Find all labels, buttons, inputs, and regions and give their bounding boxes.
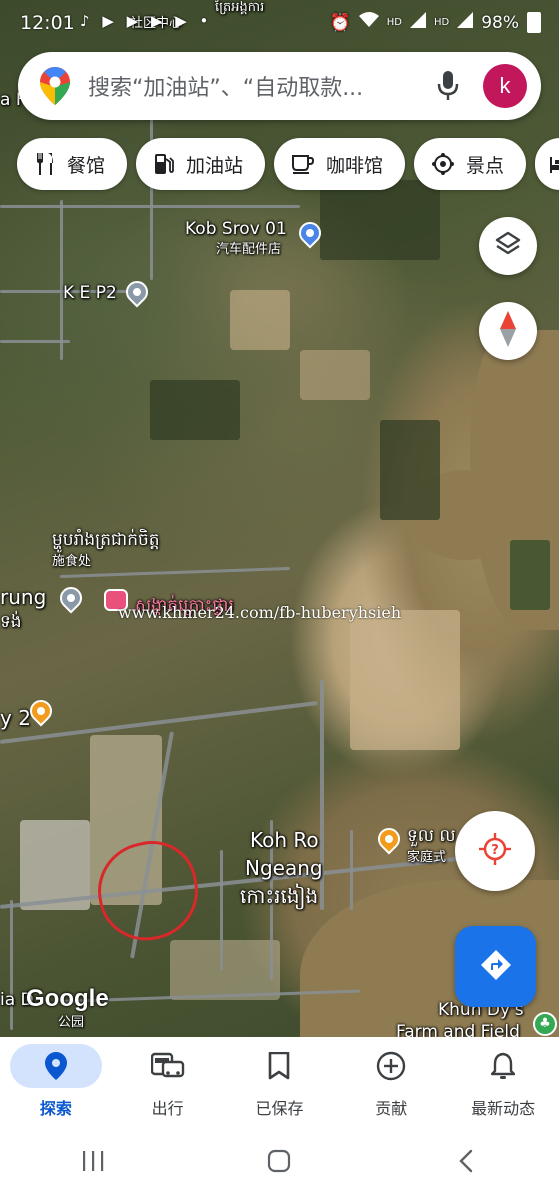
layers-button[interactable] bbox=[479, 217, 537, 275]
nav-label: 最新动态 bbox=[471, 1099, 536, 1118]
map-label-koh-ro[interactable]: Koh Ro bbox=[250, 828, 319, 852]
google-attribution: Google bbox=[26, 985, 109, 1012]
network-hd-label-2: HD bbox=[433, 17, 450, 28]
crop-field bbox=[380, 420, 440, 520]
nav-label: 贡献 bbox=[375, 1099, 408, 1118]
my-location-button[interactable]: ? bbox=[455, 811, 535, 891]
attraction-icon bbox=[432, 153, 455, 175]
compass-button[interactable] bbox=[479, 302, 537, 360]
back-button[interactable] bbox=[436, 1143, 496, 1183]
nav-contribute[interactable]: 贡献 bbox=[341, 1037, 441, 1119]
nav-label: 探索 bbox=[39, 1099, 72, 1118]
map-label-kob-srov-category: 汽车配件店 bbox=[216, 242, 282, 257]
chip-gas-stations[interactable]: 加油站 bbox=[136, 138, 266, 190]
bookmark-icon bbox=[233, 1044, 325, 1088]
directions-button[interactable] bbox=[455, 926, 536, 1007]
hotel-icon bbox=[549, 155, 559, 173]
crop-field bbox=[320, 180, 440, 260]
recent-apps-icon bbox=[81, 1150, 105, 1176]
commute-icon bbox=[122, 1044, 214, 1088]
wifi-icon bbox=[358, 12, 379, 33]
road bbox=[60, 200, 63, 360]
recent-apps-button[interactable] bbox=[63, 1143, 123, 1183]
microphone-icon[interactable] bbox=[433, 68, 463, 104]
add-circle-icon bbox=[345, 1044, 437, 1088]
bottom-navigation: 探索 出行 已保存 贡献 最新动态 bbox=[0, 1037, 559, 1125]
nav-updates[interactable]: 最新动态 bbox=[453, 1037, 553, 1119]
map-label-khmer-restaurant-sub: 施食处 bbox=[52, 554, 92, 569]
restaurant-icon bbox=[35, 153, 55, 175]
restaurant-pin-icon[interactable] bbox=[373, 823, 405, 855]
park-pin-icon[interactable]: ♣ bbox=[533, 1012, 557, 1036]
sand-patch bbox=[230, 290, 290, 350]
chip-restaurants[interactable]: 餐馆 bbox=[17, 138, 128, 190]
chip-attractions[interactable]: 景点 bbox=[414, 138, 527, 190]
map-label-restaurant-khmer[interactable]: ទួល ល bbox=[407, 826, 456, 846]
map-label-y2[interactable]: y 2 bbox=[0, 706, 31, 730]
home-button[interactable] bbox=[249, 1143, 309, 1183]
chip-label: 景点 bbox=[466, 154, 505, 177]
alarm-icon: ⏰ bbox=[329, 12, 351, 33]
nav-saved[interactable]: 已保存 bbox=[229, 1037, 329, 1119]
coffee-icon bbox=[292, 154, 315, 174]
battery-icon bbox=[527, 12, 541, 33]
home-icon bbox=[267, 1149, 291, 1177]
chip-label: 咖啡馆 bbox=[326, 154, 384, 177]
nav-explore[interactable]: 探索 bbox=[6, 1037, 106, 1119]
map-label-rung-khmer: ទង់ bbox=[0, 612, 22, 632]
svg-text:?: ? bbox=[491, 843, 499, 858]
location-target-icon: ? bbox=[478, 832, 512, 870]
bell-icon bbox=[457, 1044, 549, 1088]
network-hd-label: HD bbox=[386, 17, 402, 28]
google-maps-logo-icon bbox=[40, 67, 70, 105]
road bbox=[10, 900, 13, 1030]
crop-field bbox=[510, 540, 550, 610]
nav-go[interactable]: 出行 bbox=[118, 1037, 218, 1119]
sand-patch bbox=[170, 940, 280, 1000]
chip-label: 餐馆 bbox=[67, 154, 106, 177]
notification-icons: ♪ ▶ ▶ ▶ ▶ • bbox=[80, 12, 213, 30]
map-label-rung[interactable]: rung bbox=[0, 585, 46, 609]
quarry bbox=[350, 610, 460, 750]
road bbox=[220, 850, 223, 970]
status-time: 12:01 bbox=[20, 12, 75, 34]
status-indicators: ⏰ HD HD 98% bbox=[330, 12, 541, 33]
road bbox=[350, 830, 353, 910]
road bbox=[59, 566, 290, 578]
map-label-koh-khmer: កោះរងៀង bbox=[240, 884, 319, 908]
nav-label: 出行 bbox=[151, 1099, 184, 1118]
map-label-kob-srov[interactable]: Kob Srov 01 bbox=[185, 219, 287, 239]
search-input[interactable]: 搜索“加油站”、“自动取款... bbox=[88, 70, 433, 102]
chip-label: 加油站 bbox=[186, 154, 244, 177]
chip-coffee[interactable]: 咖啡馆 bbox=[274, 138, 406, 190]
watermark-text: www.khmer24.com/fb-huberyhsieh bbox=[118, 603, 402, 622]
crop-field bbox=[150, 380, 240, 440]
place-pin-icon[interactable] bbox=[55, 582, 87, 614]
map-label-khmer-restaurant[interactable]: ម្ហូបរាំងត្រជាក់ចិត្ត bbox=[52, 530, 160, 550]
map-label-park: 公园 bbox=[58, 1015, 85, 1030]
account-avatar[interactable]: k bbox=[483, 64, 527, 108]
map-label-kep2[interactable]: K E P2 bbox=[63, 283, 117, 303]
directions-icon bbox=[480, 949, 512, 985]
status-bar: 12:01 ♪ ▶ ▶ ▶ ▶ • ⏰ HD HD 98% bbox=[0, 0, 559, 48]
battery-percent: 98% bbox=[481, 12, 519, 33]
place-pin-icon[interactable] bbox=[121, 276, 153, 308]
category-chips: 餐馆 加油站 咖啡馆 景点 bbox=[17, 138, 559, 190]
search-bar[interactable]: 搜索“加油站”、“自动取款... k bbox=[18, 52, 541, 120]
signal-icon-2 bbox=[457, 12, 474, 33]
map-label-restaurant-sub: 家庭式 bbox=[407, 850, 447, 865]
sand-patch bbox=[300, 350, 370, 400]
layers-icon bbox=[494, 230, 522, 262]
map-label-ngeang[interactable]: Ngeang bbox=[245, 856, 323, 880]
system-navigation-bar bbox=[0, 1125, 559, 1200]
signal-icon bbox=[409, 12, 426, 33]
location-pin-icon bbox=[9, 1044, 102, 1088]
gas-station-icon bbox=[154, 153, 174, 175]
nav-label: 已保存 bbox=[255, 1099, 304, 1118]
chip-more[interactable] bbox=[535, 138, 559, 190]
compass-icon bbox=[499, 311, 517, 351]
back-chevron-icon bbox=[459, 1149, 473, 1177]
